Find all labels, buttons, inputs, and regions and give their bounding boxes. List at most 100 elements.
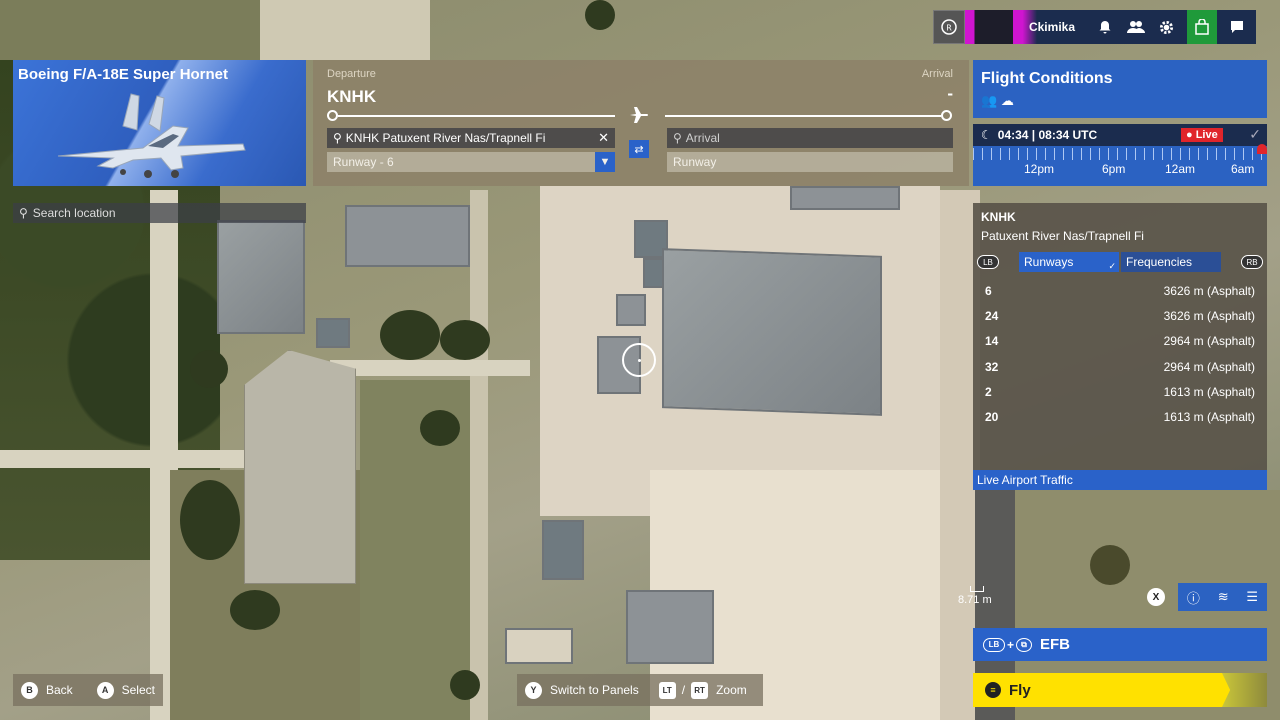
info-icon[interactable]: ⓘ (1187, 588, 1200, 607)
select-hint[interactable]: Select (122, 683, 155, 697)
map-building (542, 520, 584, 580)
y-button-icon: Y (525, 681, 542, 699)
map-building (316, 318, 350, 348)
map-tree (230, 590, 280, 630)
b-button-icon: B (21, 681, 38, 699)
live-label: Live (1195, 129, 1218, 141)
plus-sign: + (1007, 637, 1015, 652)
runway-row[interactable]: 14 2964 m (Asphalt) (973, 329, 1267, 353)
departure-node (327, 110, 338, 121)
fly-button[interactable]: ≡ Fly (973, 673, 1238, 707)
runway-id: 14 (985, 334, 999, 348)
map-tree (440, 320, 490, 360)
switch-panels-hint[interactable]: Switch to Panels (550, 683, 639, 697)
svg-text:R: R (946, 24, 952, 33)
airport-tabs: LB Runways Frequencies RB (977, 251, 1263, 273)
flight-conditions-panel[interactable]: Flight Conditions 👥 ☁ (973, 60, 1267, 118)
runway-id: 20 (985, 410, 999, 424)
route-line-right (665, 115, 941, 117)
check-icon[interactable]: ✓ (1249, 126, 1261, 143)
map-scale: 8.71 m (958, 586, 992, 606)
live-badge[interactable]: ● Live (1181, 128, 1223, 142)
runway-row[interactable]: 20 1613 m (Asphalt) (973, 405, 1267, 429)
departure-search-value: KNHK Patuxent River Nas/Trapnell Fi (345, 131, 546, 145)
tab-frequencies[interactable]: Frequencies (1121, 252, 1221, 272)
map-road (470, 190, 488, 720)
weather-icons: 👥 ☁ (981, 93, 1014, 109)
rb-button-icon[interactable]: RB (1241, 255, 1263, 269)
time-readout: ☾ 04:34 | 08:34 UTC (973, 124, 1267, 146)
runway-row[interactable]: 24 3626 m (Asphalt) (973, 304, 1267, 328)
cloud-gear-icon: ☁ (1000, 93, 1014, 108)
user-profile[interactable]: Ckimika (965, 10, 1085, 44)
zoom-hint[interactable]: Zoom (716, 683, 747, 697)
filter-icon[interactable]: ☰ (1246, 589, 1258, 605)
departure-runway-value: Runway - 6 (333, 155, 394, 169)
swap-icon[interactable]: ⇄ (629, 140, 649, 158)
gear-icon[interactable] (1156, 16, 1178, 38)
arrival-search-input[interactable]: ⚲ Arrival (667, 128, 953, 148)
lb-button-icon[interactable]: LB (977, 255, 999, 269)
search-icon: ⚲ (673, 131, 682, 145)
clear-icon[interactable]: ✕ (598, 130, 609, 146)
back-hint[interactable]: Back (46, 683, 73, 697)
time-of-day-bar[interactable]: ☾ 04:34 | 08:34 UTC ● Live ✓ 12pm 6pm 12… (973, 124, 1267, 186)
flight-conditions-title: Flight Conditions (981, 70, 1113, 87)
airport-info-panel: KNHK Patuxent River Nas/Trapnell Fi LB R… (973, 203, 1267, 470)
departure-icao: KNHK (327, 87, 377, 106)
live-airport-traffic-button[interactable]: Live Airport Traffic (973, 470, 1267, 490)
runway-row[interactable]: 2 1613 m (Asphalt) (973, 380, 1267, 404)
runway-row[interactable]: 32 2964 m (Asphalt) (973, 355, 1267, 379)
map-tree (190, 350, 228, 388)
tick-label: 12am (1165, 162, 1196, 176)
route-panel: Departure Arrival KNHK - ⚲ KNHK Patuxent… (313, 60, 969, 186)
runway-info: 1613 m (Asphalt) (1163, 385, 1255, 399)
layers-icon[interactable]: ≋ (1218, 589, 1229, 605)
chevron-down-icon[interactable]: ▼ (595, 152, 615, 172)
time-slider-handle[interactable] (1257, 144, 1267, 154)
topbar-icons (1085, 10, 1256, 44)
fly-label: Fly (1009, 681, 1031, 699)
people-icon: 👥 (981, 93, 998, 108)
a-button-icon: A (96, 681, 114, 699)
runway-row[interactable]: 6 3626 m (Asphalt) (973, 279, 1267, 303)
rank-badge-icon[interactable]: R (933, 10, 965, 44)
x-button-icon[interactable]: X (1147, 588, 1165, 606)
map-tree (450, 670, 480, 700)
tick-label: 6pm (1102, 162, 1126, 176)
top-bar: R Ckimika (933, 10, 1256, 44)
runway-info: 2964 m (Asphalt) (1163, 334, 1255, 348)
rt-button-icon: RT (691, 681, 709, 699)
tab-runways[interactable]: Runways (1019, 252, 1119, 272)
search-icon: ⚲ (333, 131, 342, 145)
map-road (330, 360, 530, 376)
runway-info: 3626 m (Asphalt) (1163, 284, 1255, 298)
marketplace-icon[interactable] (1186, 10, 1217, 44)
chat-icon[interactable] (1226, 16, 1248, 38)
aircraft-card[interactable]: Boeing F/A-18E Super Hornet (13, 60, 306, 186)
departure-search-input[interactable]: ⚲ KNHK Patuxent River Nas/Trapnell Fi ✕ (327, 128, 615, 148)
departure-runway-select[interactable]: Runway - 6 ▼ (327, 152, 615, 172)
map-tree (380, 310, 440, 360)
map-tree (180, 480, 240, 560)
map-tools: ⓘ ≋ ☰ (1178, 583, 1267, 611)
route-line-left (338, 115, 615, 117)
arrival-node (941, 110, 952, 121)
search-location-input[interactable]: ⚲ Search location (13, 203, 306, 223)
map-road (0, 450, 250, 468)
efb-button[interactable]: LB + ⧉ EFB (973, 628, 1267, 661)
scale-bar (970, 586, 984, 592)
airport-icao: KNHK (981, 210, 1016, 224)
hint-separator: / (681, 683, 686, 697)
view-button-icon: ⧉ (1016, 637, 1033, 652)
friends-icon[interactable] (1125, 16, 1147, 38)
tick-label: 12pm (1024, 162, 1055, 176)
map-building (505, 628, 573, 664)
username: Ckimika (1028, 20, 1075, 34)
bell-icon[interactable] (1094, 16, 1116, 38)
map-terrain (0, 0, 260, 60)
plane-icon (629, 106, 649, 129)
tick-label: 6am (1231, 162, 1255, 176)
arrival-runway-select[interactable]: Runway (667, 152, 953, 172)
time-slider-ticks[interactable] (973, 148, 1267, 160)
